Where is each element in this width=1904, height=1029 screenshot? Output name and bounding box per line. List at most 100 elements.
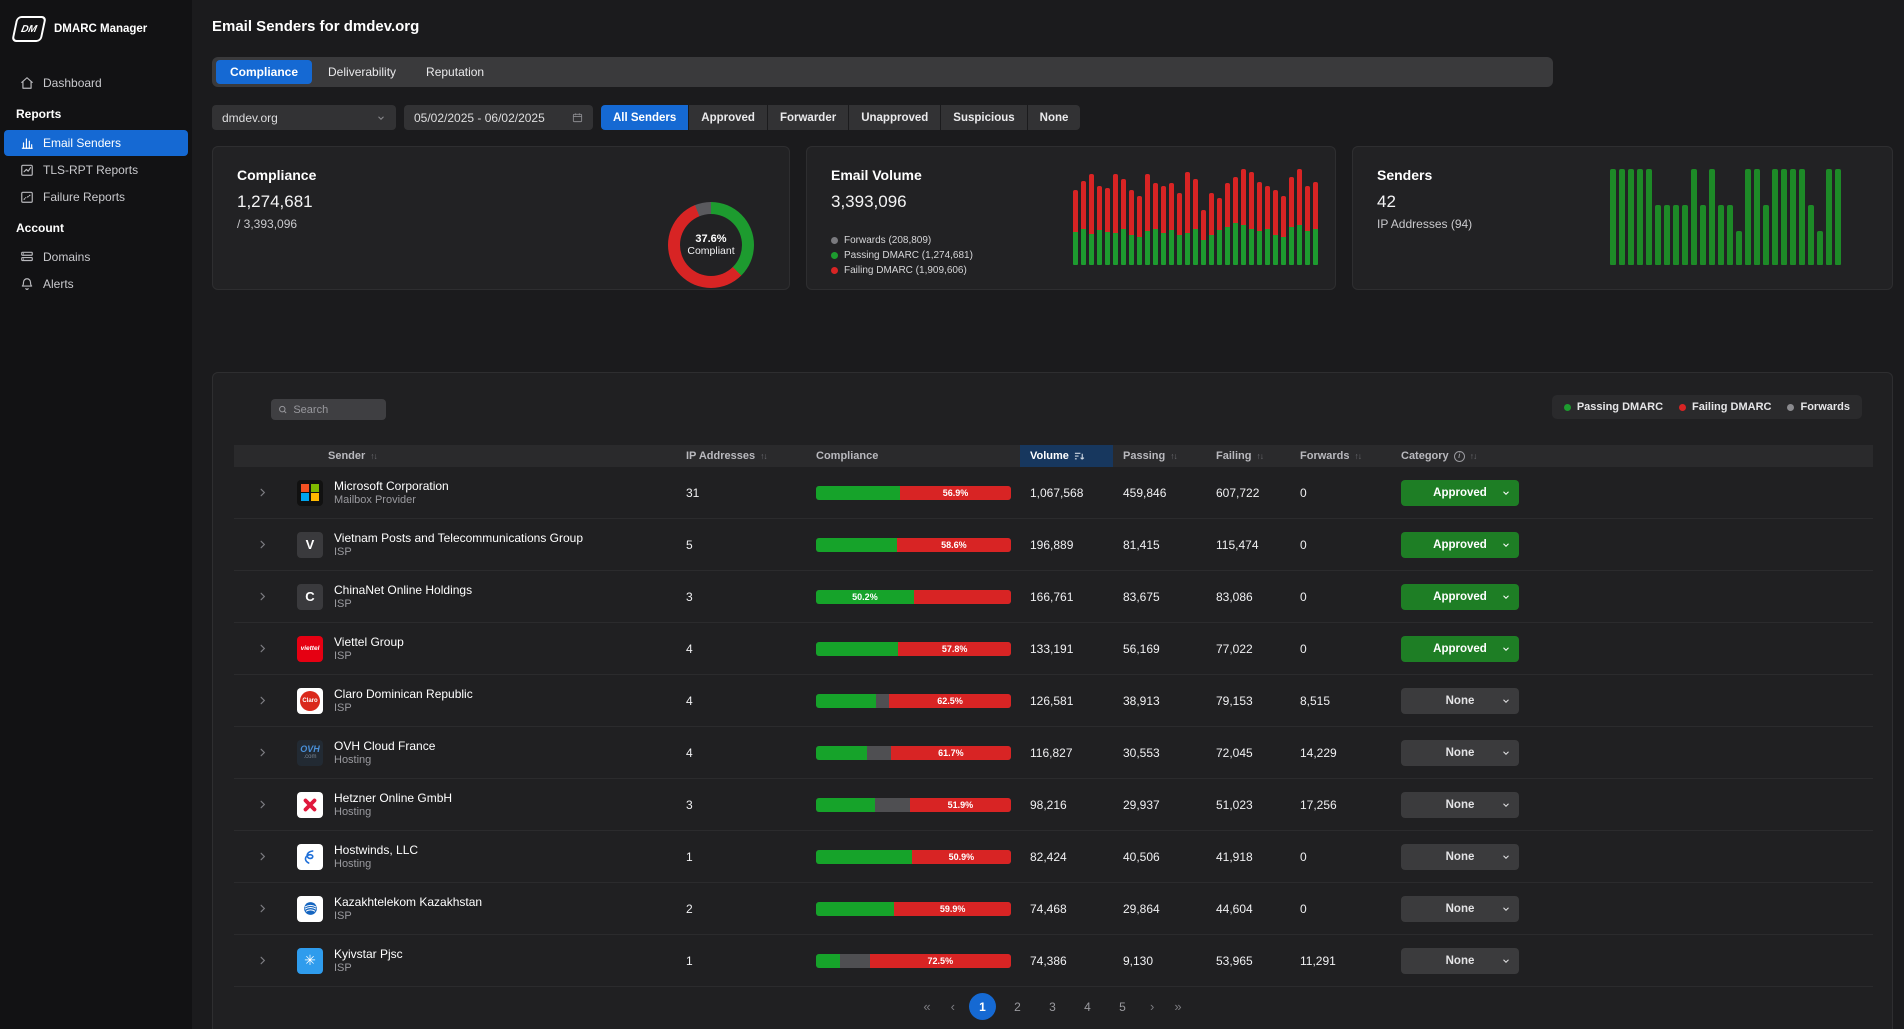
trend-chart-icon	[20, 163, 34, 177]
date-range-picker[interactable]: 05/02/2025 - 06/02/2025	[404, 105, 593, 130]
filter-btn-approved[interactable]: Approved	[689, 105, 767, 130]
column-header-passing[interactable]: Passing↑↓	[1113, 445, 1206, 467]
volume-value: 98,216	[1020, 798, 1113, 812]
failing-value: 79,153	[1206, 694, 1290, 708]
sender-text: Hetzner Online GmbHHosting	[334, 791, 452, 818]
column-header-volume[interactable]: Volume	[1020, 445, 1113, 467]
passing-segment	[1249, 229, 1254, 265]
passing-value: 38,913	[1113, 694, 1206, 708]
chevron-down-icon	[1501, 540, 1511, 550]
chevron-down-icon	[1501, 748, 1511, 758]
expand-row-button[interactable]	[234, 591, 290, 602]
sender-bar	[1727, 205, 1733, 265]
sender-cell: ClaroClaro Dominican RepublicISP	[290, 687, 686, 714]
failing-value: 77,022	[1206, 642, 1290, 656]
sidebar-item-failure-reports[interactable]: Failure Reports	[4, 184, 188, 210]
pagination-page-3[interactable]: 3	[1039, 993, 1066, 1020]
category-select[interactable]: None	[1401, 896, 1519, 922]
pagination-prev-button[interactable]: ‹	[945, 999, 961, 1014]
chevron-right-icon	[257, 799, 268, 810]
column-header-ip-addresses[interactable]: IP Addresses↑↓	[686, 445, 816, 467]
chevron-down-icon	[1501, 800, 1511, 810]
failing-segment	[1121, 179, 1126, 230]
pagination-next-button[interactable]: ›	[1144, 999, 1160, 1014]
failing-segment	[1265, 186, 1270, 229]
passing-segment	[1297, 225, 1302, 265]
filter-btn-none[interactable]: None	[1028, 105, 1081, 130]
sidebar-item-email-senders[interactable]: Email Senders	[4, 130, 188, 156]
volume-legend-item: Failing DMARC (1,909,606)	[831, 265, 973, 276]
filter-btn-all-senders[interactable]: All Senders	[601, 105, 688, 130]
volume-value: 196,889	[1020, 538, 1113, 552]
senders-table-card: Passing DMARCFailing DMARCForwards Sende…	[212, 372, 1893, 1029]
filter-btn-unapproved[interactable]: Unapproved	[849, 105, 940, 130]
forwards-segment	[875, 798, 909, 812]
column-header-failing[interactable]: Failing↑↓	[1206, 445, 1290, 467]
pagination-first-button[interactable]: «	[917, 999, 936, 1014]
passing-segment	[1241, 225, 1246, 265]
domain-select[interactable]: dmdev.org	[212, 105, 396, 130]
failing-segment	[1273, 190, 1278, 235]
expand-row-button[interactable]	[234, 851, 290, 862]
table-row: CChinaNet Online HoldingsISP350.2%166,76…	[234, 571, 1873, 623]
expand-row-button[interactable]	[234, 955, 290, 966]
passing-segment	[1169, 230, 1174, 265]
email-volume-card: Email Volume 3,393,096 Forwards (208,809…	[806, 146, 1336, 290]
category-select[interactable]: None	[1401, 740, 1519, 766]
column-label: Passing	[1123, 450, 1165, 462]
sidebar-item-dashboard[interactable]: Dashboard	[4, 70, 188, 96]
category-cell: Approved	[1393, 636, 1873, 662]
category-select[interactable]: None	[1401, 948, 1519, 974]
column-header-sender[interactable]: Sender↑↓	[290, 445, 686, 467]
filter-btn-forwarder[interactable]: Forwarder	[768, 105, 848, 130]
volume-bar	[1249, 172, 1254, 265]
home-icon	[20, 76, 34, 90]
senders-value: 42	[1377, 192, 1396, 212]
expand-row-button[interactable]	[234, 695, 290, 706]
expand-row-button[interactable]	[234, 487, 290, 498]
category-select[interactable]: Approved	[1401, 532, 1519, 558]
expand-row-button[interactable]	[234, 539, 290, 550]
filter-btn-suspicious[interactable]: Suspicious	[941, 105, 1026, 130]
tab-compliance[interactable]: Compliance	[216, 60, 312, 84]
volume-bar	[1201, 210, 1206, 265]
failing-segment	[1305, 186, 1310, 231]
passing-segment	[1305, 231, 1310, 265]
category-select[interactable]: None	[1401, 792, 1519, 818]
category-select[interactable]: Approved	[1401, 480, 1519, 506]
passing-segment	[1089, 234, 1094, 265]
app-logo: DM	[11, 16, 47, 42]
search-input[interactable]	[293, 404, 379, 416]
category-select[interactable]: Approved	[1401, 636, 1519, 662]
sidebar-item-label: Email Senders	[43, 136, 121, 150]
app-root: { "app": { "brand": "DMARC Manager", "lo…	[0, 0, 1904, 1029]
category-select[interactable]: Approved	[1401, 584, 1519, 610]
email-volume-legend: Forwards (208,809)Passing DMARC (1,274,6…	[831, 235, 973, 276]
sidebar-item-tls-rpt-reports[interactable]: TLS-RPT Reports	[4, 157, 188, 183]
sender-bar	[1736, 231, 1742, 265]
sender-bar	[1718, 205, 1724, 265]
ip-addresses-value: 31	[686, 486, 816, 500]
compliance-percentage-label: 50.9%	[949, 852, 975, 862]
category-select[interactable]: None	[1401, 844, 1519, 870]
expand-row-button[interactable]	[234, 747, 290, 758]
pagination-last-button[interactable]: »	[1168, 999, 1187, 1014]
pagination-page-4[interactable]: 4	[1074, 993, 1101, 1020]
tab-reputation[interactable]: Reputation	[412, 60, 498, 84]
chevron-right-icon	[257, 487, 268, 498]
column-header-category[interactable]: Categoryi↑↓	[1393, 445, 1873, 467]
sender-bar	[1664, 205, 1670, 265]
expand-row-button[interactable]	[234, 799, 290, 810]
expand-row-button[interactable]	[234, 903, 290, 914]
pagination-page-2[interactable]: 2	[1004, 993, 1031, 1020]
category-select[interactable]: None	[1401, 688, 1519, 714]
pagination-page-5[interactable]: 5	[1109, 993, 1136, 1020]
sidebar-item-domains[interactable]: Domains	[4, 244, 188, 270]
column-header-forwards[interactable]: Forwards↑↓	[1290, 445, 1393, 467]
sidebar-item-alerts[interactable]: Alerts	[4, 271, 188, 297]
compliance-cell: 51.9%	[816, 798, 1020, 812]
info-icon[interactable]: i	[1454, 451, 1465, 462]
pagination-page-1[interactable]: 1	[969, 993, 996, 1020]
tab-deliverability[interactable]: Deliverability	[314, 60, 410, 84]
expand-row-button[interactable]	[234, 643, 290, 654]
